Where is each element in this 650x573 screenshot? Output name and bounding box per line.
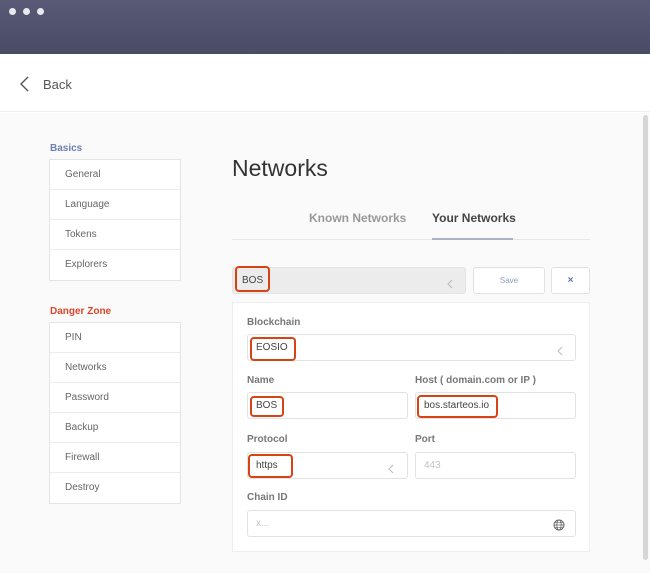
protocol-label: Protocol xyxy=(247,434,288,445)
network-tabs: Known Networks Your Networks xyxy=(232,204,590,240)
sidebar-item-networks[interactable]: Networks xyxy=(50,353,180,383)
blockchain-label: Blockchain xyxy=(247,317,301,328)
globe-icon[interactable] xyxy=(553,518,565,531)
tab-known-networks[interactable]: Known Networks xyxy=(309,211,406,225)
window-close-dot[interactable] xyxy=(9,8,16,15)
window-titlebar xyxy=(0,0,650,54)
highlight-box xyxy=(250,337,296,361)
highlight-box xyxy=(250,396,284,417)
sidebar-item-tokens[interactable]: Tokens xyxy=(50,220,180,250)
top-bar: Back xyxy=(0,54,650,112)
blockchain-select[interactable]: EOSIO xyxy=(247,334,576,361)
sidebar-heading-danger-zone: Danger Zone xyxy=(50,306,112,317)
save-button[interactable]: Save xyxy=(473,267,545,294)
chevron-left-icon xyxy=(556,343,564,356)
sidebar-item-language[interactable]: Language xyxy=(50,190,180,220)
sidebar-heading-basics: Basics xyxy=(50,143,83,154)
sidebar-group-danger-zone: PIN Networks Password Backup Firewall De… xyxy=(49,322,181,504)
active-tab-indicator xyxy=(432,238,513,240)
host-label: Host ( domain.com or IP ) xyxy=(415,375,536,386)
port-field[interactable]: 443 xyxy=(415,452,576,479)
highlight-box xyxy=(235,266,270,292)
chain-id-label: Chain ID xyxy=(247,492,288,503)
sidebar-group-basics: General Language Tokens Explorers xyxy=(49,159,181,281)
port-placeholder: 443 xyxy=(424,460,441,471)
sidebar-item-firewall[interactable]: Firewall xyxy=(50,443,180,473)
highlight-box xyxy=(417,395,498,418)
sidebar-item-pin[interactable]: PIN xyxy=(50,323,180,353)
sidebar-item-backup[interactable]: Backup xyxy=(50,413,180,443)
back-button[interactable]: Back xyxy=(18,74,72,94)
window-minimize-dot[interactable] xyxy=(23,8,30,15)
port-label: Port xyxy=(415,434,435,445)
back-label: Back xyxy=(43,76,72,92)
page-title: Networks xyxy=(232,155,328,181)
chevron-left-icon xyxy=(446,276,454,289)
close-button[interactable]: × xyxy=(551,267,590,294)
chevron-left-icon xyxy=(387,461,395,474)
chain-id-field[interactable]: x... xyxy=(247,510,576,537)
scrollbar[interactable] xyxy=(643,115,648,560)
sidebar-item-destroy[interactable]: Destroy xyxy=(50,473,180,503)
chain-id-placeholder: x... xyxy=(256,518,270,529)
chevron-left-icon xyxy=(18,76,30,92)
sidebar-item-password[interactable]: Password xyxy=(50,383,180,413)
highlight-box xyxy=(248,454,293,478)
sidebar-item-general[interactable]: General xyxy=(50,160,180,190)
sidebar-item-explorers[interactable]: Explorers xyxy=(50,250,180,280)
window-maximize-dot[interactable] xyxy=(37,8,44,15)
tab-your-networks[interactable]: Your Networks xyxy=(432,211,516,225)
name-label: Name xyxy=(247,375,275,386)
